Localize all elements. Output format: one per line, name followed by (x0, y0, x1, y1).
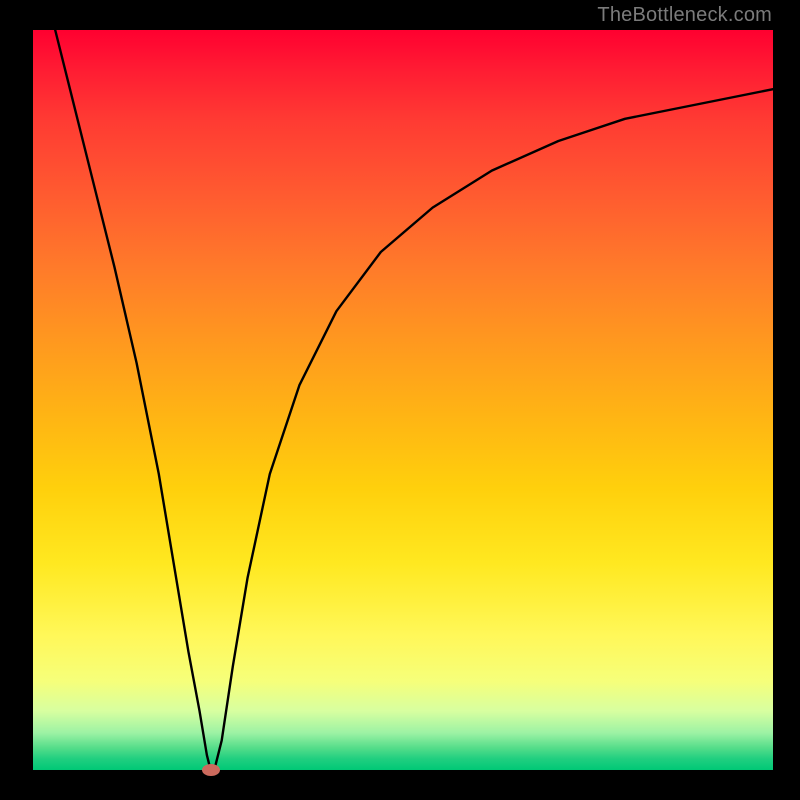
attribution-text: TheBottleneck.com (597, 4, 772, 27)
plot-area (33, 30, 773, 770)
chart-frame: TheBottleneck.com (0, 0, 800, 800)
curve-layer (33, 30, 773, 770)
bottleneck-curve (55, 30, 773, 770)
optimum-marker (202, 764, 220, 776)
